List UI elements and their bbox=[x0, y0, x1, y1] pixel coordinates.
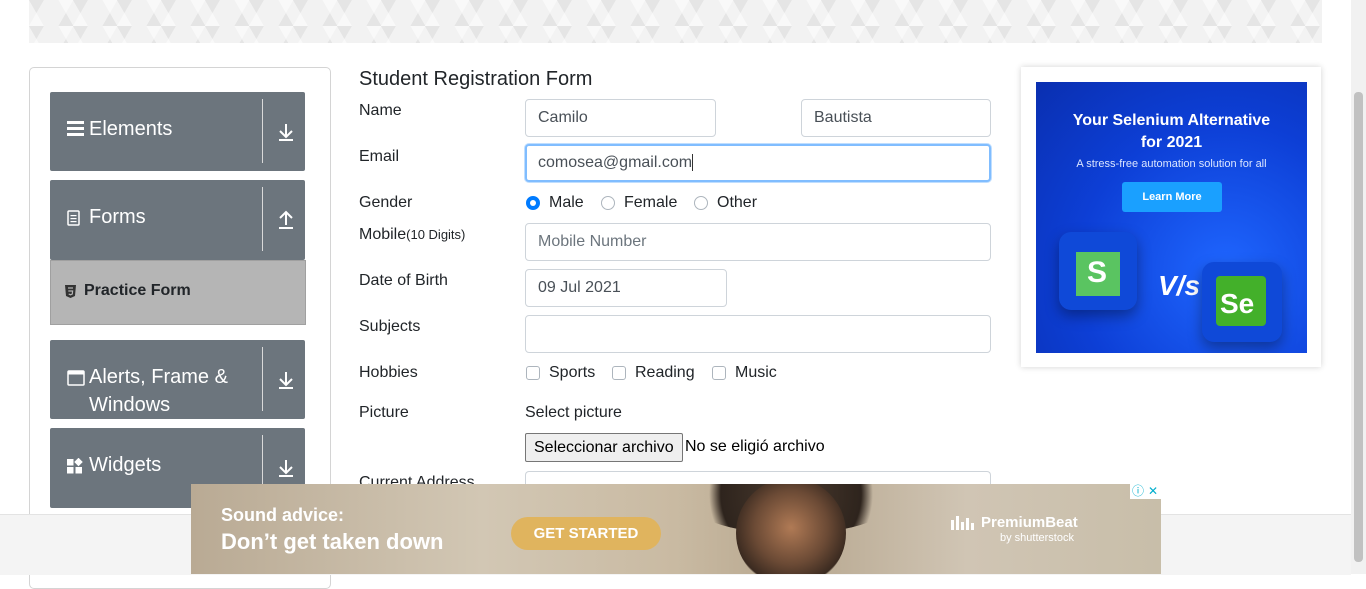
ad-choices[interactable]: ⓘ ✕ bbox=[1130, 484, 1161, 499]
mobile-input[interactable]: Mobile Number bbox=[525, 223, 991, 261]
arrow-down-icon[interactable] bbox=[276, 122, 296, 142]
mobile-label: Mobile(10 Digits) bbox=[359, 226, 465, 244]
html5-icon bbox=[65, 285, 76, 298]
divider bbox=[262, 347, 263, 411]
divider bbox=[262, 187, 263, 251]
menu-group-label-line1: Alerts, Frame & bbox=[89, 366, 228, 388]
gender-label: Gender bbox=[359, 194, 413, 211]
last-name-input[interactable]: Bautista bbox=[801, 99, 991, 137]
mobile-label-text: Mobile bbox=[359, 226, 407, 243]
menu-item-practice-form[interactable]: Practice Form bbox=[50, 260, 306, 325]
current-address-textarea[interactable] bbox=[525, 471, 991, 485]
date-of-birth-input[interactable]: 09 Jul 2021 bbox=[525, 269, 727, 307]
ad-brand: PremiumBeat bbox=[981, 514, 1078, 531]
ad-photo-face bbox=[736, 484, 846, 574]
side-ad[interactable]: Your Selenium Alternative for 2021 A stre… bbox=[1036, 82, 1307, 353]
hobby-sports-label[interactable]: Sports bbox=[549, 364, 595, 382]
ad-close-icon[interactable]: ✕ bbox=[1148, 484, 1158, 499]
menu-item-label: Practice Form bbox=[84, 282, 191, 299]
gender-male-radio[interactable] bbox=[526, 196, 540, 210]
gender-male-label[interactable]: Male bbox=[549, 194, 584, 212]
hobby-reading-checkbox[interactable] bbox=[612, 366, 626, 380]
vs-text: V/s bbox=[1158, 270, 1201, 301]
dob-label: Date of Birth bbox=[359, 272, 448, 289]
window-icon bbox=[67, 370, 85, 391]
get-started-button[interactable]: GET STARTED bbox=[511, 517, 661, 550]
name-label: Name bbox=[359, 102, 402, 119]
side-ad-container: Your Selenium Alternative for 2021 A stre… bbox=[1021, 67, 1321, 367]
competitor-logo: S bbox=[1059, 232, 1137, 310]
learn-more-button[interactable]: Learn More bbox=[1122, 182, 1222, 212]
menu-group-label: Forms bbox=[89, 206, 146, 228]
ad-subtitle: A stress-free automation solution for al… bbox=[1076, 158, 1267, 170]
ad-headline-2: Don’t get taken down bbox=[221, 529, 444, 554]
ad-info-icon[interactable]: ⓘ bbox=[1132, 484, 1144, 499]
menu-group-elements[interactable]: Elements bbox=[50, 92, 305, 171]
ad-title: Your Selenium Alternative for 2021 bbox=[1072, 112, 1271, 151]
menu-group-forms[interactable]: Forms bbox=[50, 180, 305, 260]
arrow-up-icon[interactable] bbox=[276, 210, 296, 230]
menu-group-label-line2: Windows bbox=[89, 394, 171, 416]
hobby-sports-checkbox[interactable] bbox=[526, 366, 540, 380]
arrow-down-icon[interactable] bbox=[276, 370, 296, 390]
gender-female-label[interactable]: Female bbox=[624, 194, 677, 212]
email-label: Email bbox=[359, 148, 400, 165]
page-scrollbar[interactable] bbox=[1351, 0, 1366, 574]
subjects-label: Subjects bbox=[359, 318, 421, 335]
top-banner bbox=[29, 0, 1322, 43]
menu-group-label: Widgets bbox=[89, 454, 162, 476]
bottom-ad-banner[interactable]: Sound advice: Don’t get taken down GET S… bbox=[191, 484, 1161, 574]
selenium-logo: Se bbox=[1202, 262, 1282, 342]
email-value: comosea@gmail.com bbox=[538, 154, 693, 171]
hobby-music-checkbox[interactable] bbox=[712, 366, 726, 380]
email-input[interactable]: comosea@gmail.com bbox=[525, 144, 991, 182]
hobby-reading-label[interactable]: Reading bbox=[635, 364, 695, 382]
list-icon bbox=[67, 120, 85, 141]
first-name-input[interactable]: Camilo bbox=[525, 99, 716, 137]
picture-label: Picture bbox=[359, 404, 409, 421]
menu-group-label: Elements bbox=[89, 118, 173, 140]
hobbies-label: Hobbies bbox=[359, 364, 418, 381]
widgets-icon bbox=[67, 457, 83, 479]
select-picture-text: Select picture bbox=[525, 404, 622, 421]
ad-headline-1: Sound advice: bbox=[221, 505, 345, 525]
menu-group-alerts-frame-windows[interactable]: Alerts, Frame & Windows bbox=[50, 340, 305, 419]
subjects-input[interactable] bbox=[525, 315, 991, 353]
mobile-hint: (10 Digits) bbox=[406, 227, 466, 242]
gender-female-radio[interactable] bbox=[601, 196, 615, 210]
premiumbeat-logo-icon bbox=[951, 516, 974, 530]
gender-other-radio[interactable] bbox=[694, 196, 708, 210]
ad-brand-sub: by shutterstock bbox=[1000, 532, 1074, 544]
hobby-music-label[interactable]: Music bbox=[735, 364, 777, 382]
gender-other-label[interactable]: Other bbox=[717, 194, 757, 212]
scrollbar-thumb[interactable] bbox=[1354, 92, 1363, 562]
arrow-down-icon[interactable] bbox=[276, 458, 296, 478]
choose-file-button[interactable]: Seleccionar archivo bbox=[525, 433, 683, 462]
file-status-text: No se eligió archivo bbox=[685, 438, 825, 455]
page-title: Student Registration Form bbox=[359, 68, 593, 90]
text-cursor bbox=[692, 154, 694, 172]
divider bbox=[262, 99, 263, 163]
document-icon bbox=[67, 210, 81, 231]
